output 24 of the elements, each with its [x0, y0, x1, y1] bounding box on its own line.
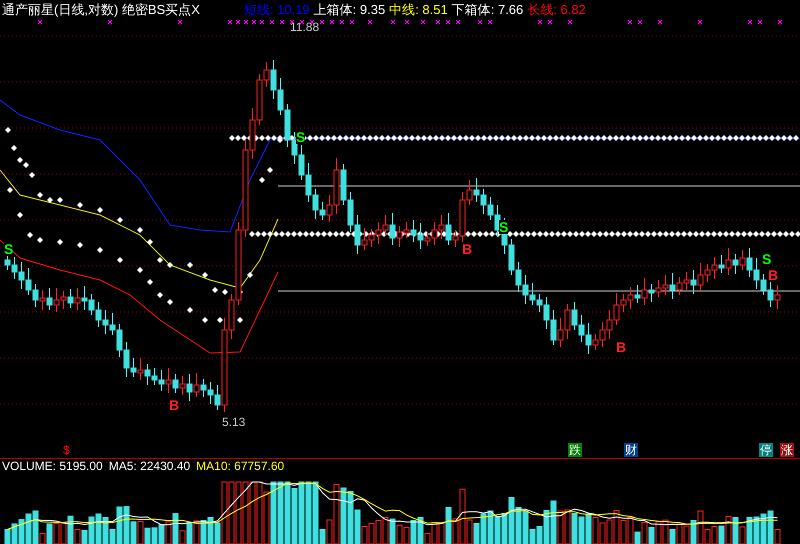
chart-title: 通产丽星(日线,对数) 绝密BS买点X: [2, 2, 200, 18]
sell-signal: S: [499, 220, 508, 234]
indicator-reading: 短线: 10.19: [244, 2, 310, 18]
event-tag: 跌: [568, 443, 582, 457]
buy-signal: B: [462, 242, 472, 256]
event-tag: $: [62, 443, 71, 457]
event-tag: 涨: [780, 443, 794, 457]
sell-signal: S: [4, 242, 14, 256]
buy-signal: B: [616, 340, 626, 354]
buy-signal: B: [768, 268, 778, 282]
volume-reading: MA5: 22430.40: [108, 459, 190, 474]
indicator-reading: 上箱体: 9.35: [314, 2, 386, 18]
indicator-reading: 长线: 6.82: [527, 2, 586, 18]
indicator-reading: 中线: 8.51: [389, 2, 448, 18]
price-label: 5.13: [221, 415, 246, 429]
buy-signal: B: [169, 398, 180, 412]
volume-reading: MA10: 67757.60: [196, 459, 284, 474]
indicator-reading: 下箱体: 7.66: [452, 2, 524, 18]
event-tag: 财: [624, 443, 638, 457]
price-label: 11.88: [289, 20, 320, 34]
sell-signal: S: [762, 252, 772, 266]
sell-signal: S: [296, 130, 306, 144]
volume-reading: VOLUME: 5195.00: [2, 459, 103, 474]
event-tag: 停: [759, 443, 773, 457]
